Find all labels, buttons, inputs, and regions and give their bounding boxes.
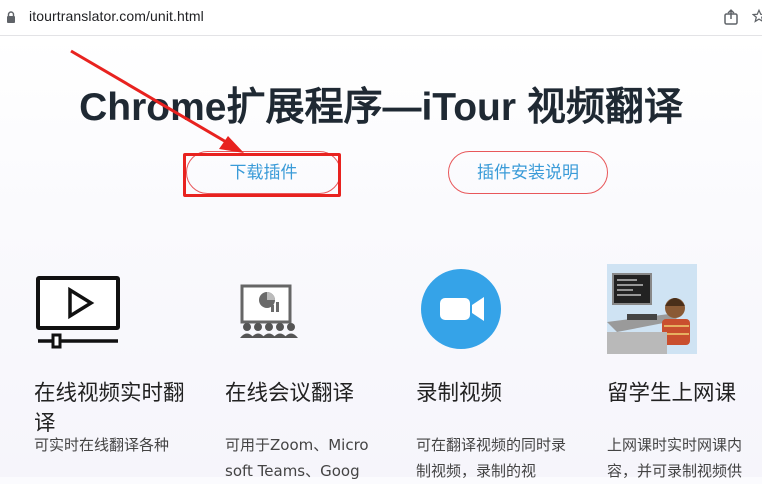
- feature-title: 在线会议翻译: [225, 381, 355, 406]
- feature-title: 在线视频实时翻译: [34, 381, 185, 436]
- student-computer-icon: [607, 264, 697, 354]
- video-player-icon: [34, 264, 124, 354]
- feature-online-video: 在线视频实时翻译 可实时在线翻译各种: [34, 264, 204, 454]
- share-icon[interactable]: [723, 9, 739, 25]
- feature-description: 可用于Zoom、Microsoft Teams、Goog: [225, 436, 369, 480]
- address-bar[interactable]: itourtranslator.com/unit.html: [0, 0, 762, 36]
- feature-description: 可在翻译视频的同时录制视频，录制的视: [416, 436, 567, 480]
- feature-description: 上网课时实时网课内容，并可录制视频供: [607, 436, 743, 480]
- feature-title: 留学生上网课: [607, 381, 737, 406]
- page-content: Chrome扩展程序—iTour 视频翻译 下载插件 插件安装说明 在线视频实时…: [0, 36, 762, 480]
- install-guide-button[interactable]: 插件安装说明: [448, 151, 608, 194]
- lock-icon[interactable]: [6, 11, 16, 23]
- feature-title: 录制视频: [416, 381, 503, 406]
- feature-description: 可实时在线翻译各种: [34, 436, 170, 454]
- meeting-icon: [225, 264, 315, 354]
- feature-online-meeting: 在线会议翻译 可用于Zoom、Microsoft Teams、Goog: [225, 264, 395, 480]
- feature-online-class: 留学生上网课 上网课时实时网课内容，并可录制视频供: [607, 264, 762, 480]
- feature-record-video: 录制视频 可在翻译视频的同时录制视频，录制的视: [416, 264, 586, 480]
- star-icon[interactable]: [752, 8, 762, 24]
- annotation-highlight-box: [183, 153, 341, 197]
- camera-icon: [416, 264, 506, 354]
- page-title: Chrome扩展程序—iTour 视频翻译: [79, 86, 683, 129]
- url-text[interactable]: itourtranslator.com/unit.html: [29, 8, 204, 24]
